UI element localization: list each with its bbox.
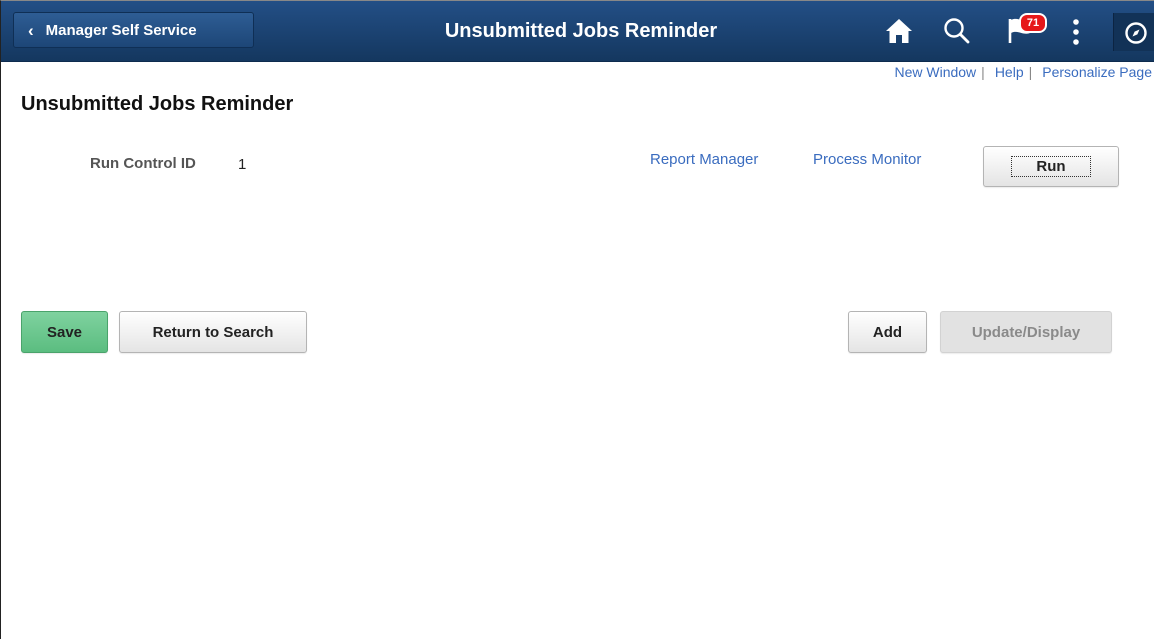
- notification-count-badge: 71: [1019, 13, 1047, 33]
- run-control-id-label: Run Control ID: [90, 155, 196, 172]
- navbar-button[interactable]: [1113, 13, 1154, 51]
- banner-title: Unsubmitted Jobs Reminder: [444, 20, 718, 42]
- report-manager-link[interactable]: Report Manager: [650, 151, 758, 168]
- back-button-label: Manager Self Service: [45, 21, 197, 39]
- header-banner: ‹ Manager Self Service Unsubmitted Jobs …: [1, 1, 1154, 62]
- link-separator: |: [1028, 64, 1033, 80]
- chevron-left-icon: ‹: [28, 20, 34, 40]
- page-action-links: New Window | Help | Personalize Page: [894, 64, 1152, 80]
- personalize-page-link[interactable]: Personalize Page: [1042, 64, 1152, 80]
- save-button[interactable]: Save: [21, 311, 108, 353]
- page-title: Unsubmitted Jobs Reminder: [21, 93, 294, 115]
- new-window-link[interactable]: New Window: [894, 64, 976, 80]
- run-button-label: Run: [1011, 156, 1091, 177]
- return-to-search-button[interactable]: Return to Search: [119, 311, 307, 353]
- more-options-icon[interactable]: [1071, 17, 1081, 52]
- add-button[interactable]: Add: [848, 311, 927, 353]
- search-icon[interactable]: [943, 17, 971, 50]
- run-button[interactable]: Run: [983, 146, 1119, 187]
- home-icon[interactable]: [884, 17, 914, 50]
- help-link[interactable]: Help: [995, 64, 1024, 80]
- process-monitor-link[interactable]: Process Monitor: [813, 151, 921, 168]
- run-control-id-value: 1: [238, 156, 247, 173]
- update-display-button: Update/Display: [940, 311, 1112, 353]
- back-button[interactable]: ‹ Manager Self Service: [13, 12, 254, 48]
- navbar-compass-icon: [1124, 21, 1148, 50]
- link-separator: |: [981, 64, 985, 80]
